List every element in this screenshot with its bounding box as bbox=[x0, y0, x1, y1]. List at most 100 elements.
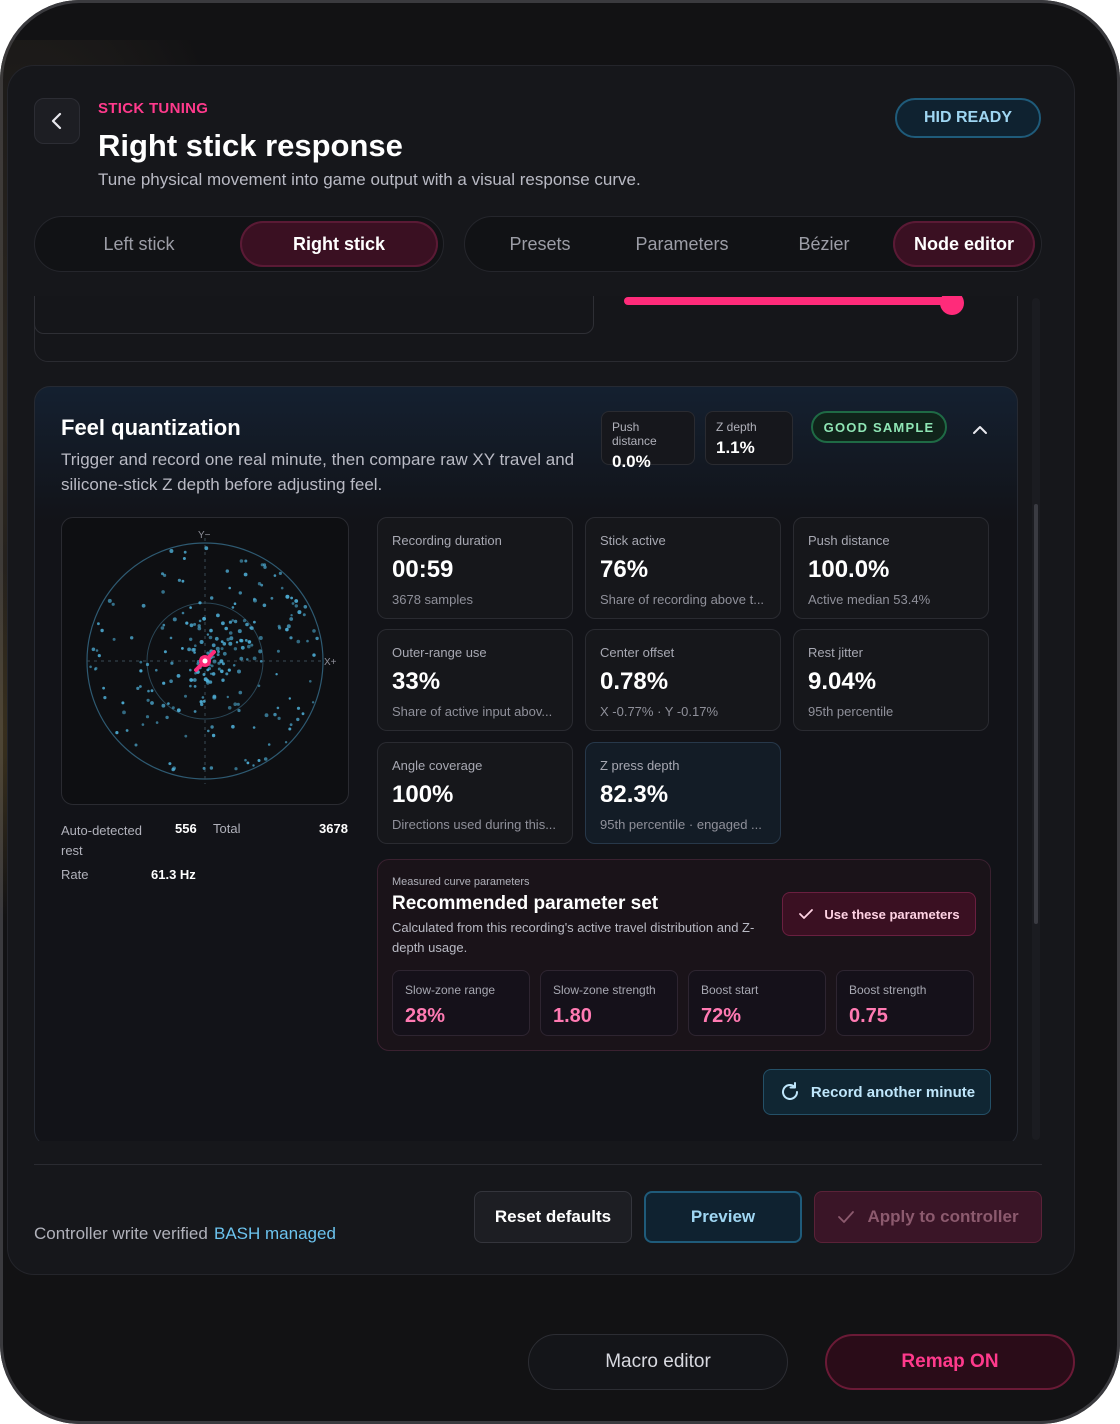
stat-card-center-offset: Center offset 0.78% X -0.77% · Y -0.17% bbox=[585, 629, 781, 731]
scatter-point bbox=[217, 650, 220, 653]
scatter-point bbox=[208, 635, 213, 640]
apply-to-controller-button[interactable]: Apply to controller bbox=[814, 1191, 1042, 1243]
bash-managed-link[interactable]: BASH managed bbox=[214, 1224, 336, 1244]
tab-presets[interactable]: Presets bbox=[473, 221, 607, 267]
scatter-point bbox=[211, 643, 216, 648]
previous-section-slider-track[interactable] bbox=[624, 297, 956, 305]
content-scroll-area[interactable]: Feel quantization Trigger and record one… bbox=[8, 296, 1074, 1141]
scatter-point bbox=[136, 686, 140, 690]
preview-button[interactable]: Preview bbox=[644, 1191, 802, 1243]
scatter-point bbox=[217, 661, 221, 665]
scatter-point bbox=[309, 680, 312, 683]
tab-right-stick[interactable]: Right stick bbox=[240, 221, 438, 267]
scatter-point bbox=[201, 696, 205, 699]
scatter-point bbox=[193, 710, 197, 713]
stat-value: 33% bbox=[392, 668, 441, 695]
scatter-point bbox=[172, 766, 176, 771]
scatter-point bbox=[288, 697, 291, 700]
stat-sub: Share of recording above t... bbox=[600, 592, 765, 607]
record-another-minute-button[interactable]: Record another minute bbox=[763, 1069, 991, 1115]
recommended-parameters-card: Measured curve parameters Recommended pa… bbox=[377, 859, 991, 1051]
rate-label: Rate bbox=[61, 867, 89, 882]
scatter-point bbox=[277, 716, 281, 720]
mode-tabs: Presets Parameters Bézier Node editor bbox=[464, 216, 1042, 272]
stat-sub: X -0.77% · Y -0.17% bbox=[600, 704, 719, 719]
stat-value: 76% bbox=[600, 556, 649, 583]
scatter-point bbox=[89, 665, 92, 669]
param-label: Boost strength bbox=[849, 983, 927, 997]
stat-sub: Directions used during this... bbox=[392, 817, 557, 832]
scatter-point bbox=[291, 602, 295, 605]
scatter-point bbox=[204, 546, 209, 551]
stat-card-z-press-depth: Z press depth 82.3% 95th percentile · en… bbox=[585, 742, 781, 844]
scrollbar-thumb[interactable] bbox=[1034, 504, 1038, 924]
scatter-point bbox=[247, 644, 251, 649]
scatter-point bbox=[210, 596, 214, 600]
scatter-point bbox=[267, 743, 271, 746]
scatter-point bbox=[252, 764, 255, 767]
scatter-point bbox=[303, 605, 308, 609]
scatter-point bbox=[145, 662, 150, 667]
tab-bezier[interactable]: Bézier bbox=[757, 221, 891, 267]
scatter-point bbox=[263, 757, 268, 761]
scatter-point bbox=[145, 715, 150, 719]
stat-card-push-distance: Push distance 100.0% Active median 53.4% bbox=[793, 517, 989, 619]
scatter-point bbox=[184, 694, 187, 698]
param-slow-zone-strength: Slow-zone strength 1.80 bbox=[540, 970, 678, 1036]
scatter-point bbox=[234, 767, 238, 771]
scatter-point bbox=[206, 668, 210, 672]
stick-tuning-panel: STICK TUNING Right stick response Tune p… bbox=[8, 66, 1074, 1274]
scatter-point bbox=[228, 620, 232, 624]
scatter-point bbox=[181, 579, 185, 583]
scatter-point bbox=[202, 673, 206, 676]
stat-sub: Share of active input abov... bbox=[392, 704, 553, 719]
scatter-point bbox=[200, 702, 204, 707]
use-these-parameters-button[interactable]: Use these parameters bbox=[782, 892, 976, 936]
scatter-point bbox=[252, 726, 256, 729]
chevron-up-icon[interactable] bbox=[969, 419, 991, 441]
scatter-point bbox=[169, 636, 173, 640]
stat-card-angle-coverage: Angle coverage 100% Directions used duri… bbox=[377, 742, 573, 844]
scatter-point bbox=[112, 637, 116, 641]
feel-quantization-title: Feel quantization bbox=[61, 415, 241, 440]
param-boost-start: Boost start 72% bbox=[688, 970, 826, 1036]
scatter-point bbox=[130, 636, 134, 640]
scatter-point bbox=[189, 678, 194, 682]
write-status-text: Controller write verified bbox=[34, 1224, 208, 1243]
scatter-point bbox=[170, 661, 174, 665]
macro-editor-button[interactable]: Macro editor bbox=[528, 1334, 788, 1390]
rest-label: Auto-detected rest bbox=[61, 823, 142, 858]
scatter-point bbox=[100, 628, 104, 633]
scatter-point bbox=[168, 762, 172, 766]
scatter-point bbox=[220, 669, 224, 674]
stat-label: Rest jitter bbox=[808, 645, 863, 660]
scatter-point bbox=[253, 598, 257, 603]
tab-left-stick[interactable]: Left stick bbox=[41, 221, 237, 267]
device-frame: STICK TUNING Right stick response Tune p… bbox=[0, 0, 1120, 1424]
scatter-point bbox=[97, 622, 100, 626]
scatter-point bbox=[221, 678, 225, 682]
scatter-point bbox=[315, 636, 319, 641]
scatter-point bbox=[278, 571, 282, 575]
tab-parameters[interactable]: Parameters bbox=[611, 221, 753, 267]
scatter-point bbox=[95, 649, 99, 652]
stat-value: 82.3% bbox=[600, 781, 669, 808]
page-title: Right stick response bbox=[98, 128, 403, 163]
tab-node-editor[interactable]: Node editor bbox=[893, 221, 1035, 267]
param-slow-zone-range: Slow-zone range 28% bbox=[392, 970, 530, 1036]
remap-toggle-button[interactable]: Remap ON bbox=[825, 1334, 1075, 1390]
scatter-point bbox=[215, 646, 220, 651]
param-value: 28% bbox=[405, 1005, 446, 1027]
scatter-point bbox=[296, 639, 301, 644]
use-these-parameters-label: Use these parameters bbox=[824, 906, 960, 922]
scatter-point bbox=[141, 603, 146, 608]
scatter-point bbox=[233, 619, 238, 624]
stat-sub: 3678 samples bbox=[392, 592, 473, 607]
back-button[interactable] bbox=[34, 98, 80, 144]
scatter-point bbox=[311, 701, 315, 704]
scatter-point bbox=[155, 668, 158, 672]
scatter-point bbox=[302, 613, 306, 617]
reset-defaults-button[interactable]: Reset defaults bbox=[474, 1191, 632, 1243]
scatter-point bbox=[289, 617, 294, 621]
scatter-point bbox=[233, 647, 238, 651]
